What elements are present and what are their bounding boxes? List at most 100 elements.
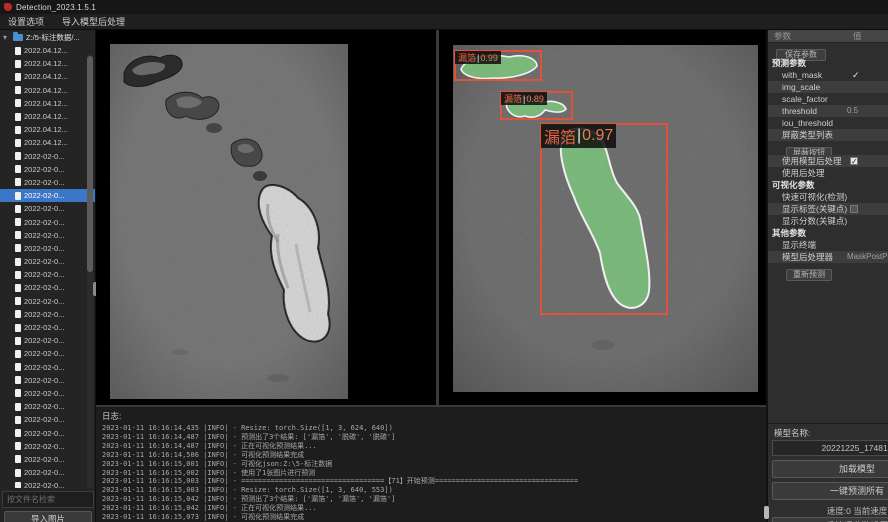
tree-file-item[interactable]: 2022-02-0... [0, 413, 96, 426]
tree-scrollbar-thumb[interactable] [87, 56, 93, 272]
file-name: 2022-02-0... [24, 336, 64, 345]
expand-arrow-icon[interactable]: ▾ [3, 33, 10, 42]
tree-file-item[interactable]: 2022-02-0... [0, 466, 96, 479]
menu-settings[interactable]: 设置选项 [8, 15, 44, 28]
tree-file-item[interactable]: 2022.04.12... [0, 123, 96, 136]
tree-file-item[interactable]: 2022.04.12... [0, 110, 96, 123]
file-name: 2022-02-0... [24, 178, 64, 187]
param-row[interactable]: 显示分数(关键点) [768, 215, 888, 227]
tree-file-item[interactable]: 2022-02-0... [0, 268, 96, 281]
file-icon [15, 350, 21, 358]
predict-all-button[interactable]: 一键预测所有 [772, 482, 888, 500]
tree-file-item[interactable]: 2022-02-0... [0, 308, 96, 321]
param-checkbox[interactable]: ✓ [850, 157, 858, 165]
file-icon [15, 376, 21, 384]
log-line: 2023-01-11 16:16:15,073 |INFO| - 可视化预测结果… [96, 513, 766, 522]
model-section-divider [768, 423, 888, 424]
param-row[interactable]: threshold0.5 [768, 105, 888, 117]
tree-file-item[interactable]: 2022-02-0... [0, 215, 96, 228]
param-row[interactable]: 快速可视化(检测) [768, 191, 888, 203]
param-row[interactable]: 模型后处理器MaskPostPro [768, 251, 888, 263]
tree-file-item[interactable]: 2022-02-0... [0, 163, 96, 176]
tree-file-item[interactable]: 2022-02-0... [0, 453, 96, 466]
tree-file-item[interactable]: 2022-02-0... [0, 176, 96, 189]
tree-file-item[interactable]: 2022-02-0... [0, 295, 96, 308]
file-icon [15, 152, 21, 160]
file-name: 2022-02-0... [24, 231, 64, 240]
tree-file-item[interactable]: 2022.04.12... [0, 136, 96, 149]
tree-file-item[interactable]: 2022-02-0... [0, 479, 96, 488]
source-image-view[interactable] [110, 44, 348, 399]
tree-file-item[interactable]: 2022-02-0... [0, 150, 96, 163]
tree-file-item[interactable]: 2022.04.12... [0, 57, 96, 70]
log-line: 2023-01-11 16:16:14,506 |INFO| - 可视化预测结果… [96, 451, 766, 460]
param-row[interactable]: iou_threshold [768, 117, 888, 129]
tree-file-item[interactable]: 2022-02-0... [0, 229, 96, 242]
file-icon [15, 363, 21, 371]
tree-file-item[interactable]: 2022-02-0... [0, 321, 96, 334]
tree-file-item[interactable]: 2022-02-0... [0, 374, 96, 387]
tree-file-item[interactable]: 2022.04.12... [0, 44, 96, 57]
param-row[interactable]: 使用后处理 [768, 167, 888, 179]
tree-root-folder[interactable]: ▾ Z:/5-标注数据/... [0, 30, 96, 44]
tree-file-item[interactable]: 2022.04.12... [0, 70, 96, 83]
tree-file-item[interactable]: 2022-02-0... [0, 255, 96, 268]
file-name: 2022-02-0... [24, 297, 64, 306]
param-button-row: 重新预测 [768, 263, 888, 277]
detection-image-view[interactable]: 漏箔|0.99漏箔|0.89漏箔|0.97 [453, 45, 758, 392]
file-name: 2022-02-0... [24, 191, 64, 200]
file-icon [15, 218, 21, 226]
tree-file-item[interactable]: 2022-02-0... [0, 387, 96, 400]
menu-import-postprocess[interactable]: 导入模型后处理 [62, 15, 125, 28]
param-row[interactable]: 屏蔽类型列表 [768, 129, 888, 141]
file-icon [15, 139, 21, 147]
file-icon [15, 389, 21, 397]
file-icon [15, 113, 21, 121]
tree-file-item[interactable]: 2022-02-0... [0, 361, 96, 374]
file-name: 2022-02-0... [24, 349, 64, 358]
postprocess-params-button[interactable]: 后处理参数设置 [772, 517, 888, 522]
right-panel-splitter-handle[interactable] [764, 506, 769, 519]
tree-file-item[interactable]: 2022-02-0... [0, 189, 96, 202]
log-panel[interactable]: 日志: 2023-01-11 16:16:14,435 |INFO| - Res… [96, 405, 766, 522]
file-name: 2022.04.12... [24, 125, 68, 134]
log-line: 2023-01-11 16:16:15,003 |INFO| - =======… [96, 477, 766, 486]
tree-file-item[interactable]: 2022-02-0... [0, 281, 96, 294]
tree-file-item[interactable]: 2022.04.12... [0, 84, 96, 97]
file-icon [15, 126, 21, 134]
file-icon [15, 429, 21, 437]
tree-file-item[interactable]: 2022-02-0... [0, 347, 96, 360]
tree-file-item[interactable]: 2022.04.12... [0, 97, 96, 110]
image-canvas: 漏箔|0.99漏箔|0.89漏箔|0.97 [96, 30, 766, 405]
param-row[interactable]: img_scale [768, 81, 888, 93]
params-table-header: 参数 值 [768, 30, 888, 43]
param-row[interactable]: 使用模型后处理✓ [768, 155, 888, 167]
file-icon [15, 99, 21, 107]
tree-file-item[interactable]: 2022-02-0... [0, 440, 96, 453]
file-name: 2022-02-0... [24, 481, 64, 488]
param-row[interactable]: scale_factor [768, 93, 888, 105]
param-row[interactable]: 显示终端 [768, 239, 888, 251]
log-line: 2023-01-11 16:16:14,487 |INFO| - 正在可视化预测… [96, 442, 766, 451]
folder-icon [13, 34, 23, 41]
tree-file-item[interactable]: 2022-02-0... [0, 400, 96, 413]
file-icon [15, 192, 21, 200]
viewer-divider[interactable] [436, 30, 439, 405]
filename-search-input[interactable] [2, 491, 94, 508]
model-name-value[interactable]: 20221225_174813 [772, 440, 888, 456]
tree-file-item[interactable]: 2022-02-0... [0, 242, 96, 255]
file-name: 2022-02-0... [24, 323, 64, 332]
param-checkbox[interactable] [850, 205, 858, 213]
tree-file-item[interactable]: 2022-02-0... [0, 202, 96, 215]
tree-scrollbar[interactable] [87, 54, 93, 488]
tree-file-item[interactable]: 2022-02-0... [0, 426, 96, 439]
param-row[interactable]: with_mask✓ [768, 69, 888, 81]
file-icon [15, 469, 21, 477]
file-name: 2022-02-0... [24, 376, 64, 385]
tree-file-item[interactable]: 2022-02-0... [0, 334, 96, 347]
import-images-button[interactable]: 导入图片 [4, 511, 92, 522]
file-name: 2022.04.12... [24, 138, 68, 147]
param-action-button[interactable]: 重新预测 [786, 269, 832, 281]
load-model-button[interactable]: 加载模型 [772, 460, 888, 478]
param-row[interactable]: 显示标签(关键点) [768, 203, 888, 215]
